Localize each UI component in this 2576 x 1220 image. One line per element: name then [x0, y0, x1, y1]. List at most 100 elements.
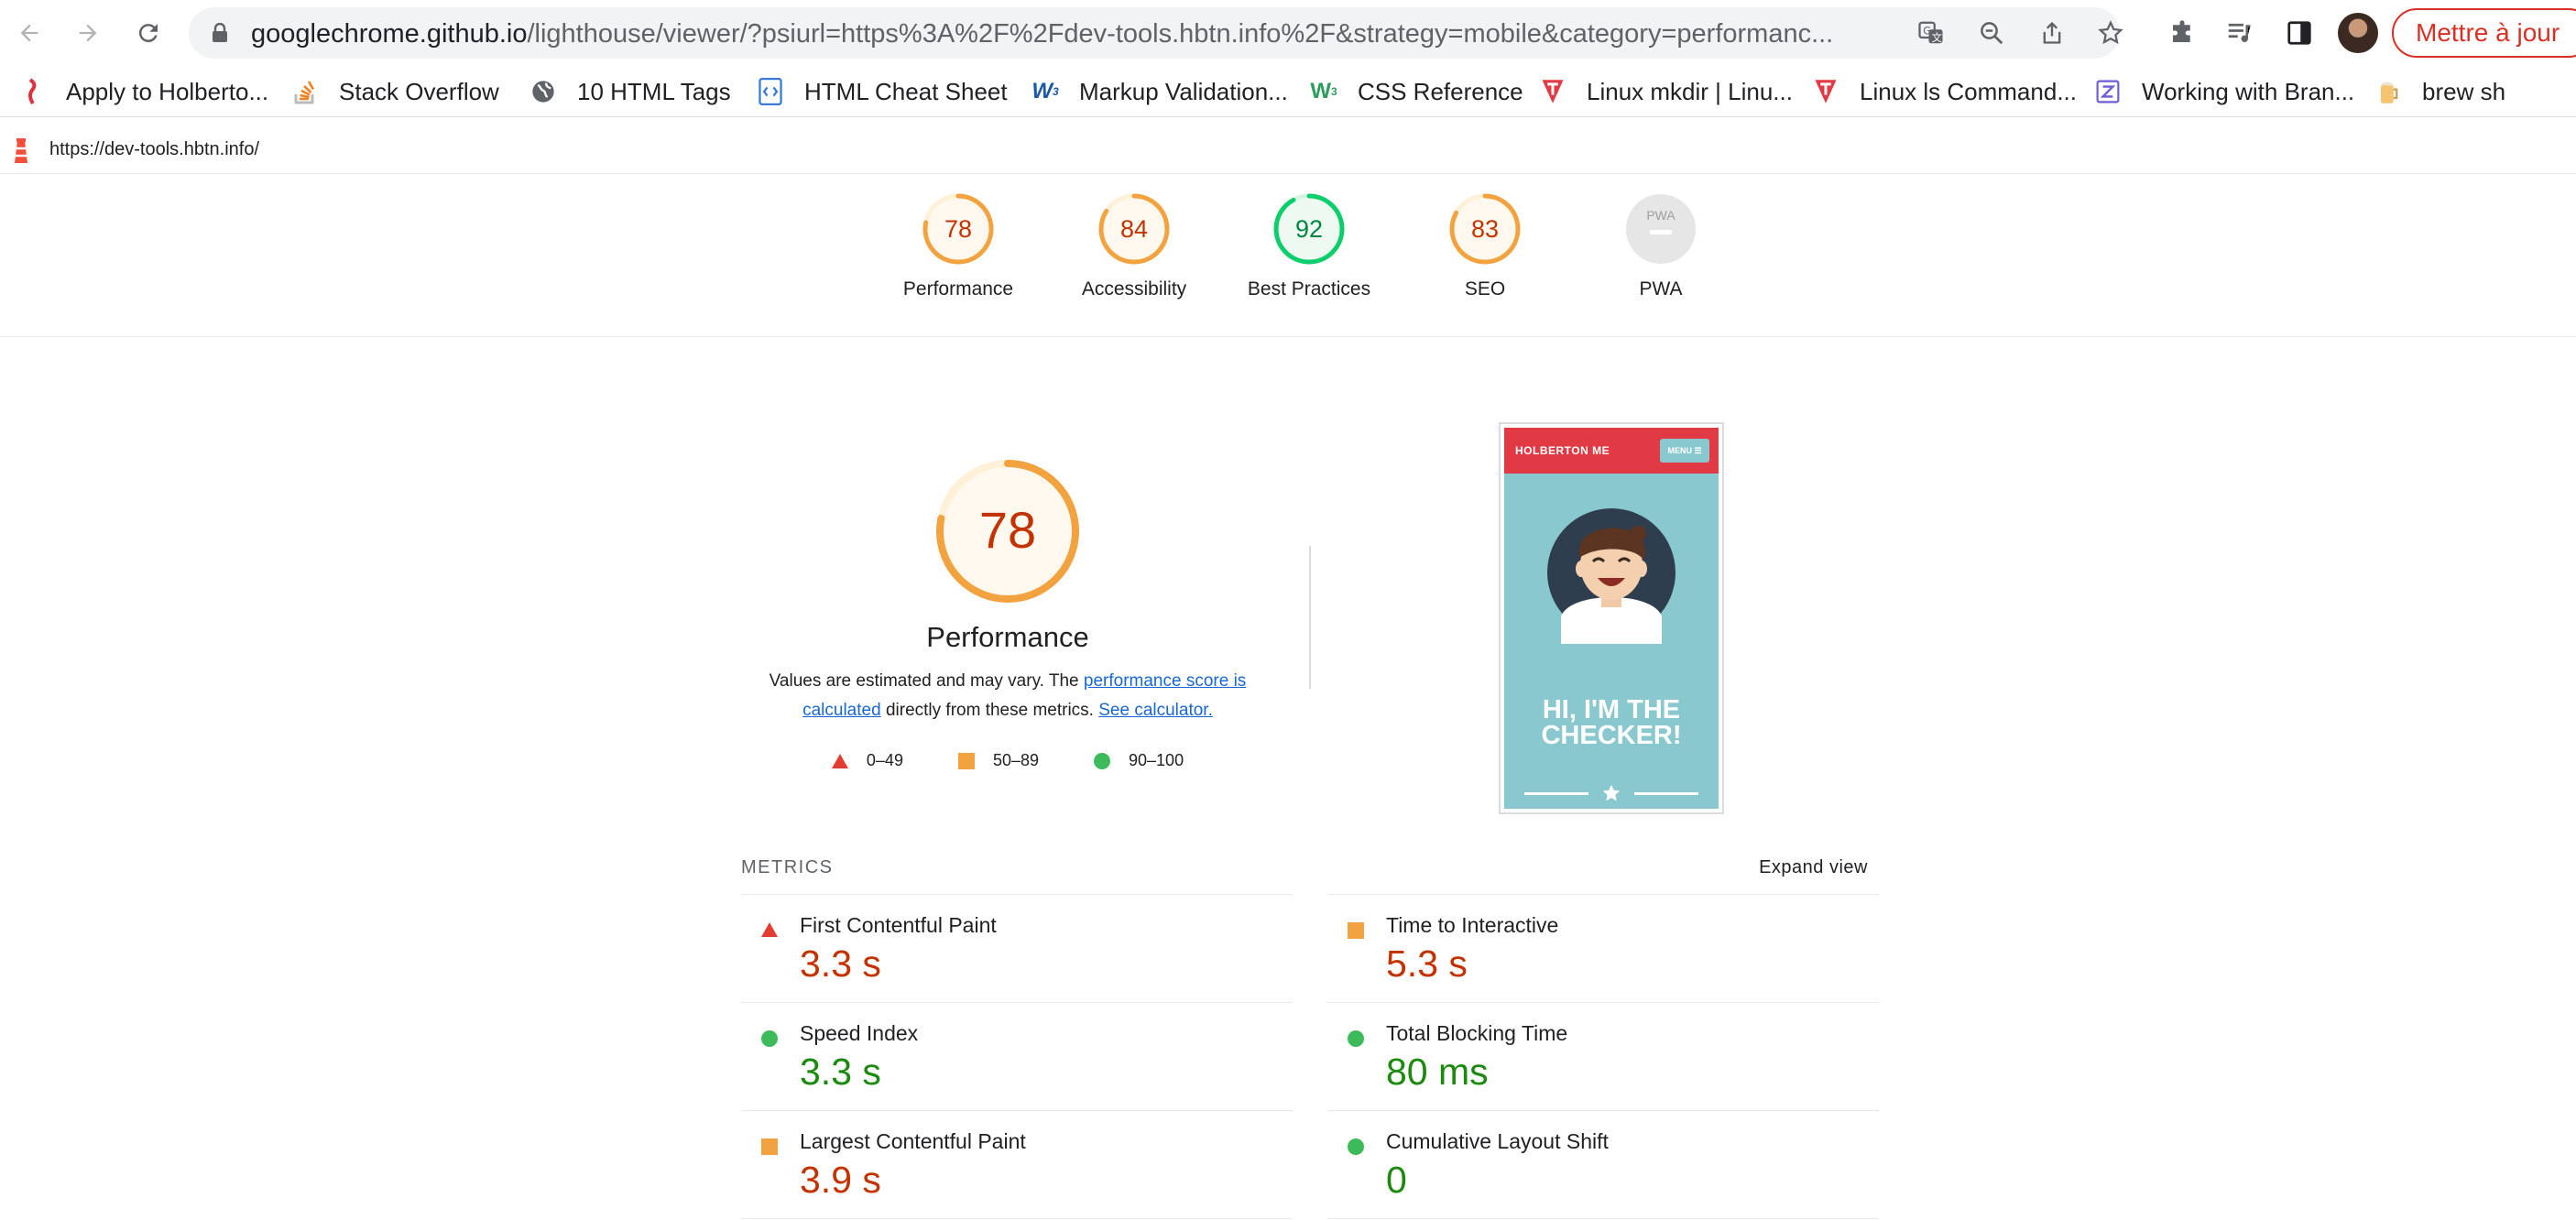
- bookmark-brew[interactable]: brew sh: [2374, 73, 2505, 110]
- legend-label: 90–100: [1129, 751, 1184, 769]
- see-calculator-link[interactable]: See calculator.: [1098, 701, 1213, 720]
- legend-average: 50–89: [957, 751, 1039, 770]
- bookmark-css-reference[interactable]: W3 CSS Reference: [1310, 73, 1523, 110]
- zoom-button[interactable]: [1975, 16, 2008, 49]
- metric-speed-index: Speed Index 3.3 s: [741, 1002, 1293, 1110]
- performance-big-gauge: 78: [936, 460, 1079, 603]
- back-button[interactable]: [11, 15, 48, 51]
- update-button[interactable]: Mettre à jour: [2392, 8, 2576, 58]
- reload-icon: [138, 24, 158, 43]
- screenshot-brand: HOLBERTON ME: [1515, 444, 1610, 457]
- bookmark-stackoverflow[interactable]: Stack Overflow: [291, 73, 499, 110]
- metric-title: First Contentful Paint: [800, 913, 997, 937]
- media-control-button[interactable]: [2221, 15, 2257, 51]
- hero-rule: [1634, 792, 1698, 795]
- metrics-header: METRICS Expand view: [741, 852, 1868, 888]
- gauge-label: Accessibility: [1081, 278, 1187, 300]
- browser-toolbar: googlechrome.github.io/lighthouse/viewer…: [0, 0, 2576, 66]
- code-icon: [757, 78, 784, 105]
- bookmark-holberton[interactable]: Apply to Holberto...: [18, 73, 268, 110]
- gauge-pwa[interactable]: PWA PWA: [1588, 192, 1734, 300]
- zapier-icon: [2094, 78, 2122, 105]
- svg-text:文: 文: [1932, 31, 1942, 44]
- gauge-seo[interactable]: 83 SEO: [1412, 192, 1558, 300]
- final-screenshot[interactable]: HOLBERTON ME MENU ☰ HI, I'M THE CHECKER!: [1499, 422, 1724, 814]
- side-panel-icon: [2287, 21, 2311, 45]
- hero-line: CHECKER!: [1541, 721, 1682, 750]
- green-circle-icon: [1348, 1030, 1364, 1047]
- metric-largest-contentful-paint: Largest Contentful Paint 3.9 s: [741, 1110, 1293, 1218]
- gauge-accessibility[interactable]: 84 Accessibility: [1061, 192, 1207, 300]
- puzzle-icon: [2173, 20, 2190, 42]
- address-bar[interactable]: googlechrome.github.io/lighthouse/viewer…: [189, 7, 2123, 59]
- globe-icon: [529, 78, 557, 105]
- gauge-performance[interactable]: 78 Performance: [885, 192, 1031, 300]
- bookmark-label: Linux ls Command...: [1860, 77, 2077, 105]
- playlist-icon: [2228, 23, 2251, 42]
- red-triangle-icon: [761, 922, 778, 937]
- gauge-ring: 92: [1273, 193, 1345, 265]
- bookmark-label: Stack Overflow: [339, 77, 499, 105]
- metrics-divider: [741, 1218, 1293, 1219]
- css-icon: W3: [1310, 79, 1337, 103]
- beer-icon: [2374, 78, 2402, 105]
- star-icon: [2098, 20, 2123, 45]
- svg-text:83: 83: [1471, 215, 1499, 243]
- screenshot-content: HOLBERTON ME MENU ☰ HI, I'M THE CHECKER!: [1504, 428, 1719, 809]
- gauge-label: PWA: [1639, 278, 1683, 300]
- green-circle-icon: [1094, 752, 1111, 769]
- bookmark-label: Working with Bran...: [2142, 77, 2355, 105]
- w3c-icon: W3: [1031, 79, 1059, 103]
- bookmark-star-button[interactable]: [2094, 16, 2127, 49]
- address-url[interactable]: googlechrome.github.io/lighthouse/viewer…: [251, 18, 1900, 49]
- gauge-ring: 83: [1449, 193, 1521, 265]
- bookmark-linux-mkdir[interactable]: Linux mkdir | Linu...: [1539, 73, 1793, 110]
- lock-icon: [213, 23, 227, 42]
- reload-button[interactable]: [130, 15, 167, 51]
- lighthouse-icon: [15, 138, 27, 163]
- report-url-bar: https://dev-tools.hbtn.info/: [0, 128, 2576, 174]
- profile-avatar[interactable]: [2338, 13, 2378, 53]
- bookmark-html-tags[interactable]: 10 HTML Tags: [529, 73, 731, 110]
- screenshot-menu: MENU ☰: [1660, 439, 1709, 463]
- red-triangle-icon: [831, 753, 848, 768]
- score-gauges: 78 Performance 84 Accessibility 92 Best …: [0, 174, 2576, 337]
- bookmark-label: brew sh: [2422, 77, 2506, 105]
- metric-first-contentful-paint: First Contentful Paint 3.3 s: [741, 894, 1293, 1002]
- bookmark-label: Apply to Holberto...: [66, 77, 269, 105]
- svg-text:84: 84: [1120, 215, 1148, 243]
- forward-arrow-icon: [79, 24, 97, 42]
- svg-text:78: 78: [944, 215, 972, 243]
- bookmark-label: CSS Reference: [1358, 77, 1523, 105]
- performance-title: Performance: [926, 621, 1089, 653]
- linux-icon: [1539, 78, 1566, 105]
- share-button[interactable]: [2036, 16, 2068, 49]
- extensions-button[interactable]: [2164, 15, 2200, 51]
- legend-label: 0–49: [866, 751, 903, 769]
- orange-square-icon: [761, 1138, 778, 1155]
- expand-view-button[interactable]: Expand view: [1759, 857, 1868, 878]
- translate-button[interactable]: G文: [1915, 16, 1948, 49]
- legend-pass: 90–100: [1094, 751, 1184, 770]
- gauge-label: Best Practices: [1247, 278, 1371, 300]
- performance-summary: 78 Performance Values are estimated and …: [744, 458, 1272, 770]
- green-circle-icon: [761, 1030, 778, 1047]
- bookmark-label: 10 HTML Tags: [577, 77, 731, 105]
- gauge-ring: 78: [922, 193, 994, 265]
- bookmark-html-cheatsheet[interactable]: HTML Cheat Sheet: [757, 73, 1008, 110]
- metrics-heading: METRICS: [741, 857, 834, 877]
- gauge-best-practices[interactable]: 92 Best Practices: [1236, 192, 1382, 300]
- tested-url-link[interactable]: https://dev-tools.hbtn.info/: [49, 139, 259, 160]
- bookmark-working-branches[interactable]: Working with Bran...: [2094, 73, 2354, 110]
- screenshot-header: HOLBERTON ME MENU ☰: [1504, 428, 1719, 474]
- metric-title: Cumulative Layout Shift: [1386, 1129, 1609, 1153]
- bookmark-label: Markup Validation...: [1079, 77, 1288, 105]
- metric-value: 3.3 s: [800, 1051, 881, 1093]
- forward-button[interactable]: [70, 15, 106, 51]
- bookmark-markup-validation[interactable]: W3 Markup Validation...: [1031, 73, 1288, 110]
- bookmark-linux-ls[interactable]: Linux ls Command...: [1812, 73, 2077, 110]
- star-icon: [1602, 784, 1621, 801]
- screenshot-hero-text: HI, I'M THE CHECKER!: [1504, 697, 1719, 750]
- metric-value: 3.9 s: [800, 1159, 881, 1201]
- side-panel-button[interactable]: [2281, 15, 2318, 51]
